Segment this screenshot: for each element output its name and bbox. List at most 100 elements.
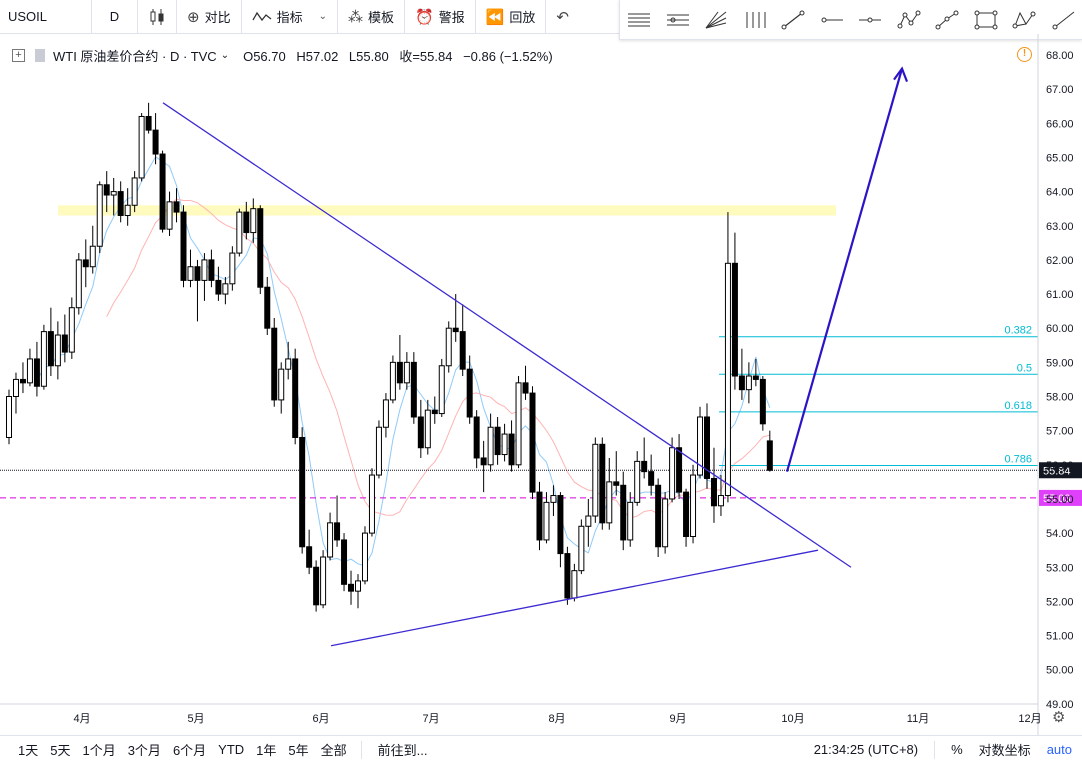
pattern-icon[interactable] [890,0,929,40]
price-tick-label: 67.00 [1046,84,1074,96]
candle-down [494,426,501,456]
trendlines [162,66,909,647]
expand-icon[interactable]: + [12,49,25,62]
candle-up [250,208,257,234]
candle-down [759,378,766,425]
candle-down [313,566,320,606]
time-tick-label: 11月 [907,713,929,725]
candle-up [54,334,61,367]
candle-up [592,443,599,517]
candle-up [745,375,752,391]
candle-down [410,361,417,418]
lower-trendline [330,549,819,647]
candle-down [159,153,166,230]
templates-button[interactable]: ⁂ 模板 [338,0,406,34]
range-1d[interactable]: 1天 [0,740,44,759]
candle-up [501,433,508,456]
pitchfork-icon[interactable] [736,0,775,40]
fan-icon[interactable] [697,0,736,40]
time-tick-label: 6月 [312,713,329,725]
time-tick-label: 10月 [781,713,804,725]
log-scale-toggle[interactable]: 对数坐标 [971,740,1039,759]
candle-up [285,358,292,370]
price-chart[interactable]: 0.382 0.5 0.618 0.786 55.84 55.03 68.00 67.00… [0,0,1082,763]
candle-up [166,201,173,230]
candle-up [375,426,382,476]
candle-down [103,184,110,196]
replay-button[interactable]: ⏪ 回放 [476,0,547,34]
horizontal-line-icon[interactable] [851,0,890,40]
candle-down [117,191,124,217]
price-tick-label: 52.00 [1046,596,1074,608]
clock[interactable]: 21:34:25 (UTC+8) [806,742,926,757]
undo-icon: ↶ [556,8,569,26]
horizontal-ray-icon[interactable] [813,0,852,40]
percent-toggle[interactable]: % [943,742,971,757]
price-tick-label: 55.00 [1046,494,1074,506]
dashed-level-label: 55.03 [1043,493,1071,505]
price-tick-label: 62.00 [1046,255,1074,267]
range-5y[interactable]: 5年 [282,740,314,759]
candle-down [257,208,264,288]
candle-down [271,327,278,401]
series-legend: + WTI 原油差价合约 · D · TVC ⌄ O56.70 H57.02 L… [12,46,560,65]
resolution-button[interactable]: D [92,0,138,34]
legend-title: WTI 原油差价合约 · D · TVC [53,49,217,64]
alert-button[interactable]: ⏰ 警报 [405,0,476,34]
templates-label: 模板 [368,10,395,25]
price-tick-label: 50.00 [1046,665,1074,677]
range-1y[interactable]: 1年 [250,740,282,759]
candles-icon [150,8,164,25]
fib-level-label: 0.5 [1017,362,1032,374]
ray-icon[interactable] [1044,0,1082,40]
time-tick-label: 8月 [548,713,565,725]
polyline-icon[interactable] [928,0,967,40]
divider [934,740,936,759]
candle-down [613,481,620,486]
chevron-down-icon[interactable]: ⌄ [221,50,229,61]
auto-scale-toggle[interactable]: auto [1039,742,1082,757]
candle-down [82,259,89,268]
candle-down [655,484,662,548]
goto-date-button[interactable]: 前往到... [370,740,436,759]
candle-up [634,460,641,503]
gear-icon[interactable]: ⚙ [1052,708,1065,726]
warning-icon[interactable]: ! [1017,47,1032,62]
candle-down [396,361,403,384]
chart-type-button[interactable] [138,0,177,34]
candle-up [355,580,361,592]
candle-up [389,361,396,401]
candle-up [131,177,138,206]
rewind-icon: ⏪ [485,8,505,26]
candle-down [704,416,710,479]
range-3m[interactable]: 3个月 [122,740,167,759]
price-tick-label: 63.00 [1046,221,1074,233]
fib-level-label: 0.618 [1004,400,1032,412]
range-ytd[interactable]: YTD [212,742,250,757]
range-5d[interactable]: 5天 [44,740,76,759]
candle-down [752,375,759,380]
symbol-search[interactable]: USOIL [0,0,92,34]
projection-arrow-shaft [785,68,904,472]
range-6m[interactable]: 6个月 [167,740,212,759]
xabcd-icon[interactable] [1005,0,1044,40]
time-tick-label: 4月 [73,713,90,725]
compare-button[interactable]: ⊕ 对比 [177,0,242,34]
indicators-button[interactable]: 指标 ⌄ [242,0,338,34]
candle-down [648,471,655,486]
rectangle-icon[interactable] [967,0,1006,40]
candle-up [89,245,96,268]
price-tick-label: 66.00 [1046,118,1074,130]
candle-up [487,426,494,466]
candle-up [229,252,236,285]
channel-icon[interactable] [659,0,698,40]
horizontal-lines-icon[interactable] [620,0,659,40]
candle-up [278,368,285,401]
resistance-zone [58,205,836,216]
range-all[interactable]: 全部 [315,740,353,759]
trend-line-icon[interactable] [774,0,813,40]
range-1m[interactable]: 1个月 [76,740,121,759]
candle-up [187,266,194,281]
candle-up [424,409,431,449]
undo-button[interactable]: ↶ [546,0,584,34]
